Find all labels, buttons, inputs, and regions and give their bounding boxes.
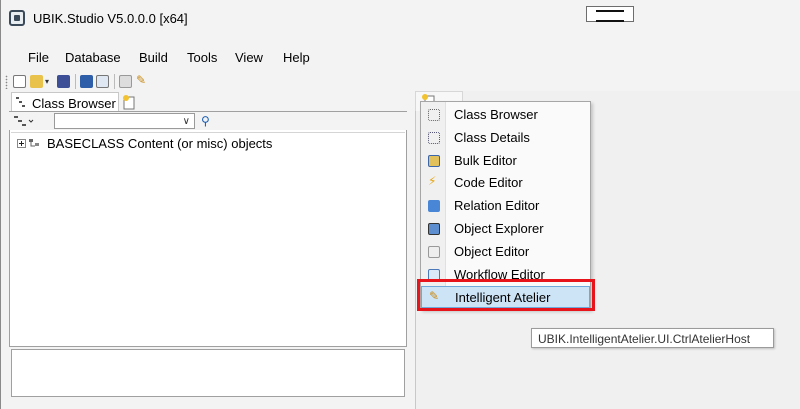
title-bar: UBIK.Studio V5.0.0.0 [x64] (1, 0, 800, 38)
save-icon[interactable] (80, 75, 93, 88)
expand-icon[interactable] (17, 139, 26, 148)
toolbar-separator (114, 74, 115, 89)
details-box (11, 349, 405, 397)
tab-class-browser[interactable]: Class Browser (11, 92, 119, 112)
menu-bar: File Database Build Tools View Help (1, 46, 800, 70)
view-mode-icon[interactable] (14, 116, 34, 127)
menu-item-label: Class Details (454, 130, 530, 145)
new-icon[interactable] (13, 75, 26, 88)
menu-build[interactable]: Build (139, 50, 168, 65)
object-explorer-icon (428, 223, 440, 235)
bulk-editor-icon (428, 155, 440, 167)
db-icon[interactable] (57, 75, 70, 88)
app-logo-icon (9, 10, 25, 26)
wand-icon[interactable]: ✎ (136, 73, 149, 87)
menu-item-label: Code Editor (454, 175, 523, 190)
menu-item-class-details[interactable]: Class Details (421, 127, 590, 149)
copy-icon[interactable] (119, 75, 132, 88)
class-browser-icon (428, 109, 440, 121)
menu-item-label: Relation Editor (454, 198, 540, 213)
toolbar-separator (75, 74, 76, 89)
menu-database[interactable]: Database (65, 50, 121, 65)
menu-view[interactable]: View (235, 50, 263, 65)
search-icon[interactable]: ⚲ (201, 114, 210, 128)
tooltip: UBIK.IntelligentAtelier.UI.CtrlAtelierHo… (531, 328, 774, 348)
menu-item-code-editor[interactable]: ⚡ Code Editor (421, 172, 590, 194)
tree-item-label: BASECLASS Content (or misc) objects (47, 136, 273, 151)
app-window: UBIK.Studio V5.0.0.0 [x64] File Database… (0, 0, 800, 409)
object-editor-icon (428, 246, 440, 258)
class-details-icon (428, 132, 440, 144)
layout-icon[interactable] (96, 75, 109, 88)
filter-combo[interactable]: ∨ (54, 113, 195, 129)
toolbar: ▾ ✎ (1, 72, 800, 92)
menu-item-object-editor[interactable]: Object Editor (421, 241, 590, 263)
tooltip-text: UBIK.IntelligentAtelier.UI.CtrlAtelierHo… (538, 332, 751, 346)
menu-file[interactable]: File (28, 50, 49, 65)
menu-item-bulk-editor[interactable]: Bulk Editor (421, 150, 590, 172)
filter-bar: ∨ ⚲ (9, 112, 407, 130)
open-icon[interactable] (30, 75, 43, 88)
menu-item-label: Object Explorer (454, 221, 544, 236)
menu-item-class-browser[interactable]: Class Browser (421, 104, 590, 126)
window-title: UBIK.Studio V5.0.0.0 [x64] (33, 11, 188, 26)
menu-item-object-explorer[interactable]: Object Explorer (421, 218, 590, 240)
class-node-icon (29, 139, 39, 147)
toolbar-grip[interactable] (5, 75, 8, 89)
window-control-button[interactable] (586, 6, 634, 22)
menu-help[interactable]: Help (283, 50, 310, 65)
highlight-annotation (417, 279, 595, 311)
tab-label: Class Browser (32, 96, 116, 111)
new-tab-icon[interactable] (121, 94, 137, 110)
menu-tools[interactable]: Tools (187, 50, 217, 65)
relation-editor-icon (428, 200, 440, 212)
code-editor-icon: ⚡ (428, 174, 437, 188)
class-browser-icon (16, 97, 25, 107)
class-tree: BASECLASS Content (or misc) objects (11, 132, 405, 346)
menu-item-relation-editor[interactable]: Relation Editor (421, 195, 590, 217)
chevron-down-icon: ∨ (182, 116, 190, 127)
dropdown-arrow-icon[interactable]: ▾ (45, 77, 52, 90)
menu-item-label: Bulk Editor (454, 153, 517, 168)
menu-item-label: Object Editor (454, 244, 530, 259)
menu-item-label: Class Browser (454, 107, 538, 122)
